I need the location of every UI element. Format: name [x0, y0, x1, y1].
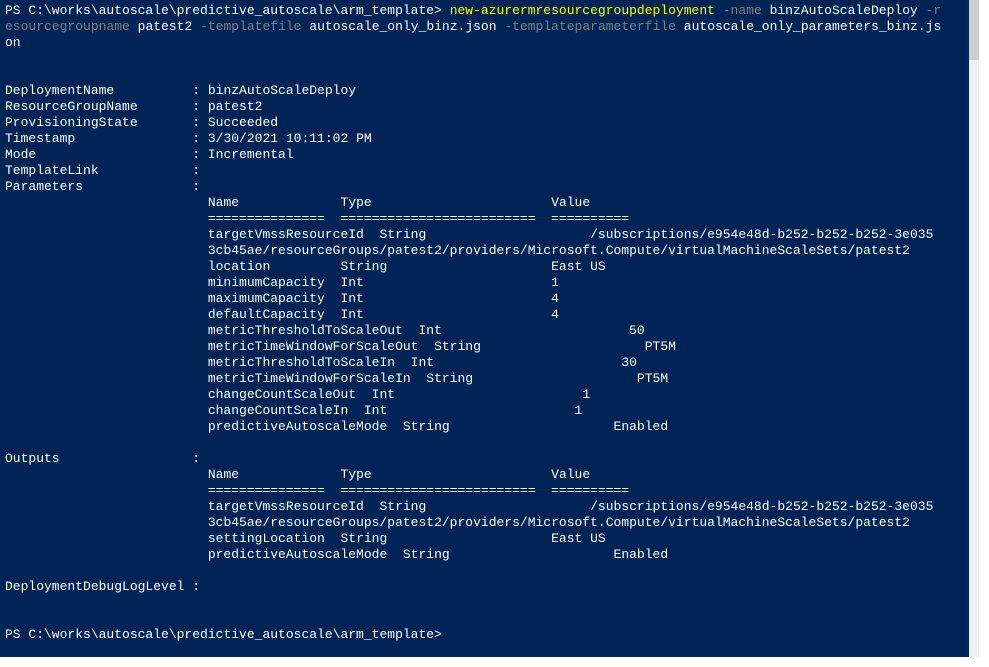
param-row: metricTimeWindowForScaleOut [5, 339, 434, 354]
param-row: changeCountScaleOut [5, 387, 372, 402]
output-row: targetVmssResourceId [5, 499, 379, 514]
prompt-suffix: > [434, 3, 450, 18]
param-row: minimumCapacity [5, 275, 340, 290]
outputs-divider-2: ========================= [340, 483, 535, 498]
params-divider-1: =============== [208, 211, 325, 226]
param-row: metricThresholdToScaleIn [5, 355, 411, 370]
param-row: predictiveAutoscaleMode [5, 419, 403, 434]
param-templatefile-value: autoscale_only_binz.json [309, 19, 496, 34]
param-name-flag: -name [723, 3, 762, 18]
powershell-console[interactable]: PS C:\works\autoscale\predictive_autosca… [0, 0, 979, 657]
provisioning-state-value: Succeeded [208, 115, 278, 130]
param-row: changeCountScaleIn [5, 403, 364, 418]
param-templateparameterfile-flag: -templateparameterfile [504, 19, 676, 34]
prompt-prefix: PS [5, 627, 28, 642]
scrollbar-thumb[interactable] [969, 0, 979, 60]
outputs-header-value: Value [551, 467, 590, 482]
prompt-path: C:\works\autoscale\predictive_autoscale\… [28, 3, 434, 18]
param-row: metricThresholdToScaleOut [5, 323, 418, 338]
param-row: defaultCapacity [5, 307, 340, 322]
resource-group-name-value: patest2 [208, 99, 263, 114]
param-rg-flag-part1: -r [926, 3, 942, 18]
scrollbar-track[interactable] [969, 0, 979, 657]
param-rg-flag-part2: esourcegroupname [5, 19, 130, 34]
outputs-header-type: Type [340, 467, 371, 482]
deployment-name-value: binzAutoScaleDeploy [208, 83, 356, 98]
params-header-value: Value [551, 195, 590, 210]
provisioning-state-label: ProvisioningState : [5, 115, 208, 130]
parameters-label: Parameters [5, 179, 83, 194]
outputs-divider-3: ========== [551, 483, 629, 498]
resource-group-name-label: ResourceGroupName : [5, 99, 208, 114]
params-divider-3: ========== [551, 211, 629, 226]
output-row: predictiveAutoscaleMode [5, 547, 403, 562]
mode-label: Mode : [5, 147, 208, 162]
prompt-suffix: > [434, 627, 450, 642]
prompt-path: C:\works\autoscale\predictive_autoscale\… [28, 627, 434, 642]
param-templateparameterfile-value-cont: on [5, 35, 21, 50]
param-name-value: binzAutoScaleDeploy [770, 3, 918, 18]
outputs-divider-1: =============== [208, 483, 325, 498]
outputs-label: Outputs [5, 451, 60, 466]
param-row: metricTimeWindowForScaleIn [5, 371, 426, 386]
timestamp-value: 3/30/2021 10:11:02 PM [208, 131, 372, 146]
param-row: maximumCapacity [5, 291, 340, 306]
mode-value: Incremental [208, 147, 294, 162]
debug-log-level-label: DeploymentDebugLogLevel [5, 579, 184, 594]
params-header-name: Name [208, 195, 239, 210]
params-header-type: Type [340, 195, 371, 210]
output-row: settingLocation [5, 531, 340, 546]
output-row [5, 515, 208, 530]
param-row: location [5, 259, 340, 274]
template-link-label: TemplateLink : [5, 163, 208, 178]
param-templateparameterfile-value: autoscale_only_parameters_binz.js [684, 19, 941, 34]
param-row [5, 243, 208, 258]
param-row: targetVmssResourceId [5, 227, 379, 242]
prompt-prefix: PS [5, 3, 28, 18]
params-divider-2: ========================= [340, 211, 535, 226]
param-rg-value: patest2 [138, 19, 193, 34]
timestamp-label: Timestamp : [5, 131, 208, 146]
param-templatefile-flag: -templatefile [200, 19, 301, 34]
cmdlet-name: new-azurermresourcegroupdeployment [450, 3, 715, 18]
deployment-name-label: DeploymentName : [5, 83, 208, 98]
outputs-header-name: Name [208, 467, 239, 482]
